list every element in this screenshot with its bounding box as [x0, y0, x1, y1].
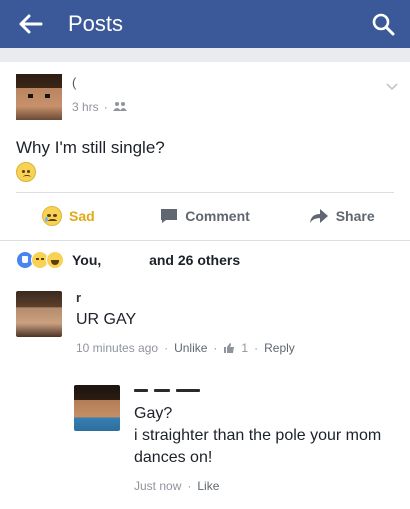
thumbs-up-icon [223, 342, 235, 354]
meta-separator: · [213, 341, 218, 355]
avatar[interactable] [16, 291, 62, 337]
post-actions: Sad Comment Share [0, 192, 410, 240]
page-title: Posts [68, 11, 124, 36]
post-author-name[interactable]: ( [72, 74, 162, 90]
post-card: ( 3 hrs · Why I'm still single? Sad Comm… [0, 62, 410, 240]
comment-author-name-text[interactable]: r [76, 290, 81, 305]
reply-meta: Just now · Like [134, 479, 404, 493]
reply-text-line: Gay? [134, 405, 173, 422]
reactions-text: You, and 26 others [72, 252, 240, 268]
avatar[interactable] [16, 74, 62, 120]
comment-meta: 10 minutes ago · Unlike · 1 · Reply [76, 341, 376, 355]
search-icon[interactable] [368, 9, 398, 39]
back-arrow-icon[interactable] [16, 9, 46, 39]
friends-icon [112, 100, 127, 114]
reply-time: Just now [134, 479, 182, 493]
post-text: Why I'm still single? [16, 138, 165, 157]
comments-section: You, and 26 others r UR GAY 10 minutes a… [0, 240, 410, 509]
avatar[interactable] [74, 385, 120, 431]
unlike-button[interactable]: Unlike [174, 341, 207, 355]
slightly-frowning-face-emoji-icon [16, 162, 36, 182]
meta-separator: · [254, 341, 259, 355]
comment-label: Comment [185, 208, 250, 224]
reply-text-line: i straighter than the pole your mom [134, 427, 382, 444]
post-meta: 3 hrs · [72, 100, 127, 114]
reactions-summary[interactable]: You, and 26 others [16, 249, 240, 271]
reply-text-line: dances on! [134, 449, 213, 466]
reply-button[interactable]: Reply [264, 341, 295, 355]
meta-separator: · [164, 341, 169, 355]
comment-like-count[interactable]: 1 [241, 341, 248, 355]
comment-text: UR GAY [76, 311, 137, 328]
haha-icon [46, 251, 64, 269]
reactions-you: You, [72, 252, 102, 268]
reactions-others[interactable]: and 26 others [149, 252, 240, 268]
meta-separator: · [103, 100, 108, 114]
sad-icon [41, 206, 62, 226]
like-button[interactable]: Like [197, 479, 219, 493]
comment-icon [160, 208, 178, 224]
top-bar: Posts [0, 0, 410, 48]
comment-time: 10 minutes ago [76, 341, 159, 355]
post-time[interactable]: 3 hrs [72, 100, 99, 114]
reply-text: Gay? i straighter than the pole your mom… [134, 403, 404, 469]
reply-body: Gay? i straighter than the pole your mom… [134, 383, 404, 493]
meta-separator: · [187, 479, 192, 493]
comment-author-name[interactable]: r [76, 289, 376, 305]
share-button[interactable]: Share [273, 192, 410, 240]
share-arrow-icon [309, 208, 329, 224]
comment-body: r UR GAY 10 minutes ago · Unlike · 1 · R… [76, 289, 376, 355]
chevron-down-icon[interactable] [386, 78, 398, 96]
reply-author-name[interactable] [134, 383, 404, 399]
share-label: Share [335, 208, 375, 224]
sad-reaction-label: Sad [68, 208, 95, 224]
comment-button[interactable]: Comment [137, 192, 274, 240]
post-author-name-text[interactable]: ( [72, 75, 76, 90]
sad-reaction-button[interactable]: Sad [0, 192, 137, 240]
